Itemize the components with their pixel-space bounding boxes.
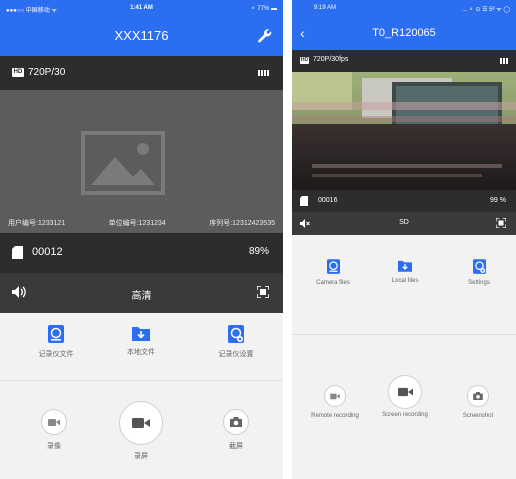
local-files-button[interactable]: 本地文件 xyxy=(101,325,181,357)
record-actions: Remote recording Screen recording Screen… xyxy=(292,335,516,479)
sd-card-icon xyxy=(300,196,308,206)
storage-bar: 00016 99 % xyxy=(292,190,516,212)
fullscreen-icon[interactable] xyxy=(257,286,269,298)
status-bar: ●●●○○ 中国移动 ᯤ 1:41 AM ⚬ 77% ▬ xyxy=(0,0,283,17)
record-video-button[interactable]: 录像 xyxy=(34,409,74,451)
video-preview[interactable]: 用户编号:1233121 单位编号:1231234 序列号:1231242353… xyxy=(0,90,283,233)
battery-status: ⚬ 77% ▬ xyxy=(250,6,277,12)
screen-record-button[interactable]: 录屏 xyxy=(118,401,164,461)
resolution-label: 720P/30fps xyxy=(313,56,349,63)
remote-recording-circle[interactable] xyxy=(324,385,346,407)
page-title: T0_R120065 xyxy=(372,27,436,39)
playback-controls: 高清 xyxy=(0,273,283,313)
video-top-bar: HD 720P/30 xyxy=(0,56,283,90)
screen-recording-label: Screen recording xyxy=(382,412,428,418)
settings-button[interactable]: Settings xyxy=(444,259,514,286)
fullscreen-icon[interactable] xyxy=(496,218,506,228)
screenshot-label: Screenshot xyxy=(462,413,494,419)
local-files-label: 本地文件 xyxy=(127,349,155,356)
camera-feed-image xyxy=(292,72,516,190)
camera-files-label: Camera files xyxy=(316,280,350,286)
page-title: XXX1176 xyxy=(114,28,169,43)
file-shortcuts: Camera files Local files Settings xyxy=(292,235,516,335)
local-files-label: Local files xyxy=(391,278,419,284)
screenshot-button[interactable]: Screenshot xyxy=(446,385,510,419)
video-preview[interactable] xyxy=(292,72,516,190)
local-files-icon xyxy=(132,327,150,341)
storage-percent: 99 % xyxy=(490,197,506,204)
camera-files-icon xyxy=(326,259,340,274)
file-shortcuts: 记录仪文件 本地文件 记录仪设置 xyxy=(0,313,283,381)
user-id-text: 用户编号:1233121 xyxy=(8,220,66,227)
resolution-label: 720P/30 xyxy=(28,67,66,78)
menu-icon[interactable] xyxy=(258,70,269,76)
hd-badge: HD xyxy=(300,57,309,64)
sd-card-icon xyxy=(12,246,23,259)
screen-record-label: 录屏 xyxy=(134,453,148,460)
screenshot-circle[interactable] xyxy=(467,385,489,407)
local-files-icon xyxy=(398,260,412,272)
screenshot-button[interactable]: 截屏 xyxy=(216,409,256,451)
quality-toggle[interactable]: 高清 xyxy=(0,287,283,302)
status-time: 9:19 AM xyxy=(314,5,337,11)
remote-recording-label: Remote recording xyxy=(311,413,359,419)
hd-badge: HD xyxy=(12,68,24,77)
screen-recording-circle[interactable] xyxy=(388,375,422,409)
quality-toggle[interactable]: SD xyxy=(292,219,516,226)
camera-icon xyxy=(230,417,242,427)
local-files-button[interactable]: Local files xyxy=(370,259,440,284)
status-time: 1:41 AM xyxy=(130,5,153,11)
unit-id-text: 单位编号:1231234 xyxy=(108,220,166,227)
file-count: 00012 xyxy=(32,246,63,258)
camera-files-button[interactable]: 记录仪文件 xyxy=(16,325,96,359)
screen-recording-button[interactable]: Screen recording xyxy=(378,375,432,418)
settings-label: 记录仪设置 xyxy=(218,351,254,358)
wrench-icon[interactable] xyxy=(257,28,273,44)
video-camera-icon xyxy=(132,418,150,428)
left-phone-screen: ●●●○○ 中国移动 ᯤ 1:41 AM ⚬ 77% ▬ XXX1176 HD … xyxy=(0,0,283,479)
right-phone-screen: 9:19 AM ... ⚬ ⊙ ☰ 5ᴵᴵ ᯤ ◯ ‹ T0_R120065 H… xyxy=(292,0,516,479)
settings-label: Settings xyxy=(468,280,490,286)
settings-icon xyxy=(228,325,244,343)
screen-record-circle[interactable] xyxy=(119,401,163,445)
camera-icon xyxy=(473,392,483,400)
settings-button[interactable]: 记录仪设置 xyxy=(196,325,276,359)
menu-icon[interactable] xyxy=(500,58,508,64)
record-video-circle[interactable] xyxy=(41,409,67,435)
record-actions: 录像 录屏 截屏 xyxy=(0,381,283,479)
serial-text: 序列号:12312423535 xyxy=(209,220,275,227)
video-camera-icon xyxy=(48,419,60,426)
device-info-overlay: 用户编号:1233121 单位编号:1231234 序列号:1231242353… xyxy=(0,218,283,228)
file-count: 00016 xyxy=(318,197,338,204)
video-camera-icon xyxy=(330,393,340,400)
nav-bar: ‹ T0_R120065 xyxy=(292,18,516,50)
settings-icon xyxy=(472,259,486,274)
storage-percent: 89% xyxy=(248,246,269,257)
storage-bar: 00012 89% xyxy=(0,233,283,273)
video-camera-icon xyxy=(397,387,413,397)
nav-bar: XXX1176 xyxy=(0,17,283,56)
screenshot-circle[interactable] xyxy=(223,409,249,435)
camera-files-icon xyxy=(48,325,64,343)
remote-recording-button[interactable]: Remote recording xyxy=(300,385,370,419)
status-bar: 9:19 AM ... ⚬ ⊙ ☰ 5ᴵᴵ ᯤ ◯ xyxy=(292,0,516,18)
status-icons: ... ⚬ ⊙ ☰ 5ᴵᴵ ᯤ ◯ xyxy=(462,7,510,13)
camera-files-label: 记录仪文件 xyxy=(38,351,74,358)
video-top-bar: HD 720P/30fps xyxy=(292,50,516,72)
image-placeholder-icon xyxy=(81,131,165,195)
playback-controls: SD xyxy=(292,212,516,235)
camera-files-button[interactable]: Camera files xyxy=(298,259,368,286)
screenshot-label: 截屏 xyxy=(229,443,243,450)
record-video-label: 录像 xyxy=(47,443,61,450)
